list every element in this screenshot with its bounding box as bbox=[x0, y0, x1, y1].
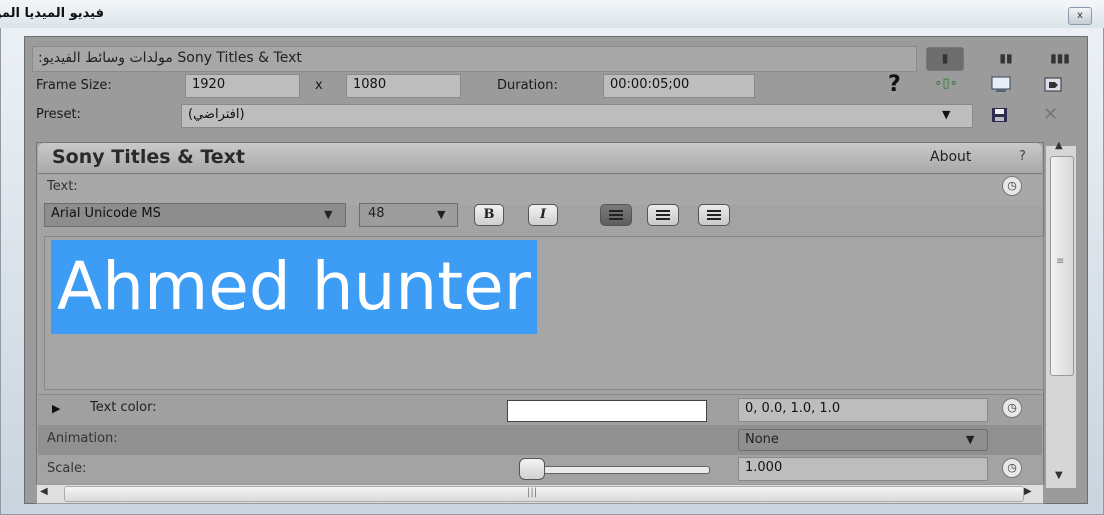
help-icon[interactable]: ? bbox=[888, 72, 901, 97]
align-left-button[interactable] bbox=[600, 204, 632, 226]
scroll-up-icon[interactable]: ▲ bbox=[1055, 140, 1063, 151]
chevron-down-icon[interactable]: ▼ bbox=[437, 208, 445, 221]
align-left-icon bbox=[609, 210, 623, 220]
save-preset-glyph bbox=[992, 108, 1007, 122]
text-label: Text: bbox=[47, 179, 78, 194]
bold-button[interactable]: B bbox=[474, 204, 504, 226]
selected-text[interactable]: Ahmed hunter bbox=[51, 240, 537, 334]
properties-icon[interactable] bbox=[990, 74, 1012, 94]
font-dropdown[interactable]: Arial Unicode MS bbox=[44, 203, 346, 227]
expand-triangle-icon[interactable]: ▶ bbox=[52, 402, 60, 415]
preset-label: Preset: bbox=[36, 107, 81, 122]
snapshot-icon[interactable] bbox=[1043, 76, 1063, 94]
view-double-icon: ▮▮ bbox=[999, 51, 1013, 65]
text-label-row bbox=[38, 175, 1042, 205]
properties-icon-glyph bbox=[991, 76, 1011, 92]
snapshot-icon-glyph bbox=[1044, 77, 1062, 92]
text-color-swatch[interactable] bbox=[507, 400, 707, 422]
match-output-icon[interactable]: ∘▯∘ bbox=[934, 76, 958, 91]
frame-height-field[interactable]: 1080 bbox=[346, 74, 461, 98]
align-center-icon bbox=[656, 210, 670, 220]
panel-help-icon[interactable]: ? bbox=[1019, 149, 1026, 164]
animation-label: Animation: bbox=[47, 431, 118, 446]
preset-dropdown[interactable]: (افتراضي) bbox=[181, 104, 973, 128]
keyframe-clock-icon[interactable]: ◷ bbox=[1002, 458, 1022, 478]
duration-label: Duration: bbox=[497, 78, 558, 93]
scroll-left-icon[interactable]: ◀ bbox=[40, 486, 48, 497]
dimension-separator: x bbox=[315, 78, 323, 93]
scroll-down-icon[interactable]: ▼ bbox=[1055, 470, 1063, 481]
scroll-right-icon[interactable]: ▶ bbox=[1024, 486, 1032, 497]
grip-icon: ||| bbox=[527, 487, 538, 498]
window-title: فيديو الميديا المولدة bbox=[0, 6, 104, 21]
scale-slider-handle[interactable] bbox=[519, 458, 545, 480]
align-right-icon bbox=[707, 210, 721, 220]
view-double-button[interactable]: ▮▮ bbox=[987, 47, 1025, 71]
grip-icon: ≡ bbox=[1056, 256, 1065, 267]
scale-field[interactable]: 1.000 bbox=[738, 457, 988, 481]
view-triple-button[interactable]: ▮▮▮ bbox=[1041, 47, 1079, 71]
frame-size-label: Frame Size: bbox=[36, 78, 112, 93]
plugin-chain-label: :مولدات وسائط الفيديو Sony Titles & Text bbox=[38, 50, 302, 66]
horizontal-scroll-thumb[interactable] bbox=[64, 486, 1024, 502]
animation-dropdown[interactable]: None bbox=[738, 429, 988, 451]
frame-width-field[interactable]: 1920 bbox=[185, 74, 300, 98]
align-right-button[interactable] bbox=[698, 204, 730, 226]
duration-field[interactable]: 00:00:05;00 bbox=[603, 74, 755, 98]
keyframe-clock-icon[interactable]: ◷ bbox=[1002, 398, 1022, 418]
view-single-button[interactable]: ▮ bbox=[926, 47, 964, 71]
title-bar bbox=[0, 0, 1104, 28]
close-button[interactable]: x bbox=[1068, 7, 1092, 25]
chevron-down-icon[interactable]: ▼ bbox=[324, 208, 332, 221]
text-color-field[interactable]: 0, 0.0, 1.0, 1.0 bbox=[738, 398, 988, 422]
about-link[interactable]: About bbox=[930, 149, 971, 165]
scale-label: Scale: bbox=[47, 461, 87, 476]
align-center-button[interactable] bbox=[647, 204, 679, 226]
delete-preset-icon[interactable]: ✕ bbox=[1043, 104, 1058, 125]
text-color-label: Text color: bbox=[90, 400, 157, 415]
keyframe-clock-icon[interactable]: ◷ bbox=[1002, 176, 1022, 196]
chevron-down-icon[interactable]: ▼ bbox=[942, 108, 950, 121]
italic-button[interactable]: I bbox=[528, 204, 558, 226]
scale-slider-track[interactable] bbox=[520, 466, 710, 474]
chevron-down-icon[interactable]: ▼ bbox=[966, 433, 974, 446]
view-single-icon: ▮ bbox=[941, 51, 949, 65]
panel-title: Sony Titles & Text bbox=[52, 146, 245, 168]
view-triple-icon: ▮▮▮ bbox=[1050, 51, 1070, 65]
save-preset-icon[interactable] bbox=[990, 106, 1010, 124]
